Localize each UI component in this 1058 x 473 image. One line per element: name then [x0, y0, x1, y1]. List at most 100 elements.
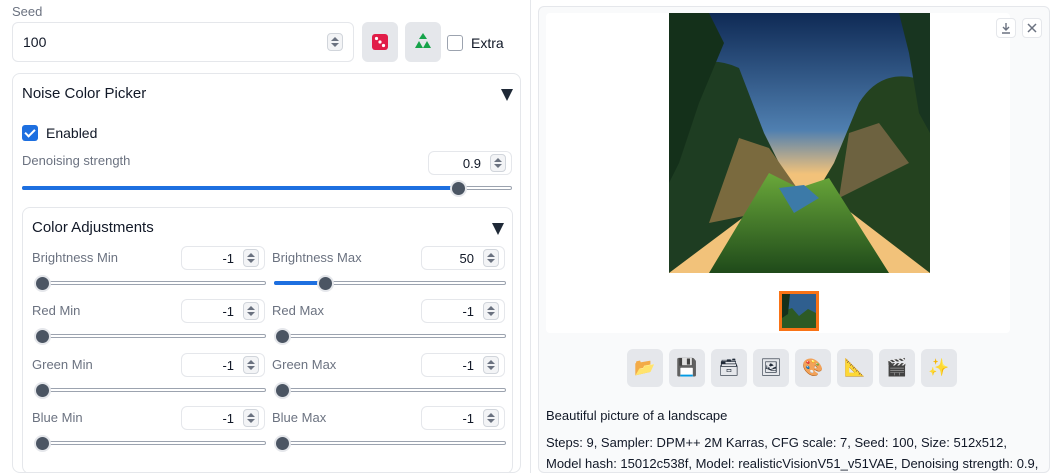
brightness-max-label: Brightness Max [272, 250, 362, 265]
green-max-stepper[interactable] [483, 356, 499, 374]
reuse-seed-button[interactable] [405, 22, 441, 62]
collapse-triangle-icon[interactable] [492, 223, 504, 235]
green-max-value[interactable]: -1 [462, 358, 474, 373]
folder-button[interactable]: 📂 [627, 349, 663, 387]
ruler-icon: 📐 [844, 358, 866, 377]
slider-fill [22, 186, 459, 190]
palette-icon: 🎨 [802, 358, 824, 377]
slider-thumb[interactable] [34, 328, 51, 345]
slider-track [34, 281, 266, 285]
download-button[interactable] [996, 18, 1016, 38]
denoising-strength-value[interactable]: 0.9 [463, 156, 481, 171]
red-max-value[interactable]: -1 [462, 304, 474, 319]
slider-track [274, 441, 506, 445]
noise-color-picker-panel: Noise Color Picker Enabled Denoising str… [12, 73, 521, 473]
prompt-text: Beautiful picture of a landscape [546, 408, 728, 423]
red-min-input[interactable]: -1 [181, 299, 265, 323]
random-seed-button[interactable] [362, 22, 398, 62]
save-button[interactable]: 💾 [669, 349, 705, 387]
sparkle-icon: ✨ [928, 358, 950, 377]
brightness-max-value[interactable]: 50 [460, 251, 474, 266]
green-min-stepper[interactable] [243, 356, 259, 374]
slider-thumb[interactable] [317, 275, 335, 292]
green-max-slider[interactable] [274, 382, 506, 399]
image-button[interactable]: 🖼 [753, 349, 789, 387]
denoising-strength-slider[interactable] [22, 180, 512, 197]
blue-min-input[interactable]: -1 [181, 406, 265, 430]
collapse-triangle-icon[interactable] [501, 89, 513, 101]
brightness-min-input[interactable]: -1 [181, 246, 265, 270]
brightness-min-slider[interactable] [34, 275, 266, 292]
brightness-max-input[interactable]: 50 [421, 246, 505, 270]
green-min-slider[interactable] [34, 382, 266, 399]
green-min-input[interactable]: -1 [181, 353, 265, 377]
slider-track [34, 441, 266, 445]
red-max-slider[interactable] [274, 328, 506, 345]
brightness-min-stepper[interactable] [243, 249, 259, 267]
slider-thumb[interactable] [274, 382, 291, 399]
slider-track [274, 388, 506, 392]
red-max-label: Red Max [272, 303, 325, 318]
clapper-button[interactable]: 🎬 [879, 349, 915, 387]
slider-thumb[interactable] [34, 435, 51, 452]
folder-icon: 📂 [634, 358, 656, 377]
seed-stepper[interactable] [327, 33, 343, 51]
denoising-strength-stepper[interactable] [490, 154, 506, 172]
red-min-slider[interactable] [34, 328, 266, 345]
green-min-value[interactable]: -1 [222, 358, 234, 373]
output-panel: 📂 💾 🗃 🖼 🎨 📐 🎬 ✨ Beautiful picture of a landscap… [538, 6, 1050, 473]
palette-button[interactable]: 🎨 [795, 349, 831, 387]
download-icon [1002, 23, 1010, 34]
slider-track [34, 334, 266, 338]
extra-checkbox[interactable] [447, 35, 463, 51]
green-min-label: Green Min [32, 357, 93, 372]
zip-button[interactable]: 🗃 [711, 349, 747, 387]
blue-max-label: Blue Max [272, 410, 327, 425]
noise-color-picker-title[interactable]: Noise Color Picker [22, 85, 146, 102]
red-max-stepper[interactable] [483, 302, 499, 320]
blue-min-value[interactable]: -1 [222, 411, 234, 426]
red-min-stepper[interactable] [243, 302, 259, 320]
red-min-value[interactable]: -1 [222, 304, 234, 319]
landscape-image [669, 13, 930, 273]
zip-icon: 🗃 [718, 358, 740, 377]
color-adjustments-title[interactable]: Color Adjustments [32, 219, 154, 236]
enabled-checkbox[interactable] [22, 125, 38, 141]
blue-max-stepper[interactable] [483, 409, 499, 427]
slider-track [34, 388, 266, 392]
recycle-icon [415, 33, 431, 48]
denoising-strength-input[interactable]: 0.9 [428, 151, 512, 175]
generated-image[interactable] [669, 13, 930, 273]
enabled-label: Enabled [46, 125, 98, 141]
red-max-input[interactable]: -1 [421, 299, 505, 323]
image-gallery [546, 13, 1042, 333]
blue-max-input[interactable]: -1 [421, 406, 505, 430]
brightness-min-value[interactable]: -1 [222, 251, 234, 266]
slider-thumb[interactable] [274, 435, 291, 452]
slider-thumb[interactable] [34, 382, 51, 399]
blue-min-slider[interactable] [34, 435, 266, 452]
close-icon [1027, 23, 1037, 33]
seed-label: Seed [12, 4, 43, 19]
sparkle-button[interactable]: ✨ [921, 349, 957, 387]
slider-thumb[interactable] [274, 328, 291, 345]
thumbnail-image [782, 294, 816, 328]
brightness-max-stepper[interactable] [483, 249, 499, 267]
generation-parameters: Steps: 9, Sampler: DPM++ 2M Karras, CFG … [546, 435, 1039, 471]
red-min-label: Red Min [32, 303, 81, 318]
slider-thumb[interactable] [450, 180, 468, 197]
image-icon: 🖼 [760, 358, 782, 377]
denoising-strength-label: Denoising strength [22, 153, 131, 168]
blue-max-slider[interactable] [274, 435, 506, 452]
close-button[interactable] [1022, 18, 1042, 38]
slider-thumb[interactable] [34, 275, 51, 292]
brightness-max-slider[interactable] [274, 275, 506, 292]
blue-min-stepper[interactable] [243, 409, 259, 427]
column-divider [530, 0, 531, 473]
seed-input[interactable]: 100 [12, 22, 354, 62]
ruler-button[interactable]: 📐 [837, 349, 873, 387]
seed-value[interactable]: 100 [23, 34, 46, 50]
green-max-input[interactable]: -1 [421, 353, 505, 377]
blue-max-value[interactable]: -1 [462, 411, 474, 426]
gallery-thumbnail[interactable] [779, 291, 819, 331]
